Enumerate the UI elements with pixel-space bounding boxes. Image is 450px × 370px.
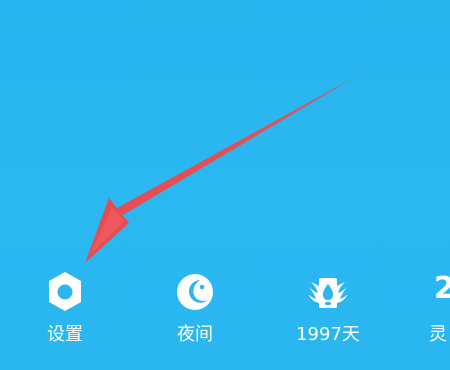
screen-background: 设置 夜间 1997天 2 灵 [0, 0, 450, 370]
days-count-label: 1997天 [296, 324, 360, 345]
settings-label: 设置 [47, 324, 83, 345]
partial-toolbar-label: 灵 [429, 324, 447, 345]
night-mode-label: 夜间 [177, 324, 213, 345]
winged-badge-icon [308, 278, 348, 308]
hexagon-settings-icon [49, 272, 81, 311]
night-mode-button[interactable]: 夜间 [140, 258, 250, 370]
partial-toolbar-item[interactable]: 2 灵 [425, 258, 450, 370]
red-arrow-tip-glow [90, 208, 124, 255]
partial-2-icon: 2 [434, 271, 450, 306]
red-arrow-head [85, 198, 129, 263]
bottom-toolbar: 设置 夜间 1997天 2 灵 [0, 258, 450, 370]
settings-button[interactable]: 设置 [10, 258, 120, 370]
days-count-button[interactable]: 1997天 [273, 258, 383, 370]
moon-night-icon [177, 274, 213, 310]
red-arrow-shaft [117, 77, 355, 215]
